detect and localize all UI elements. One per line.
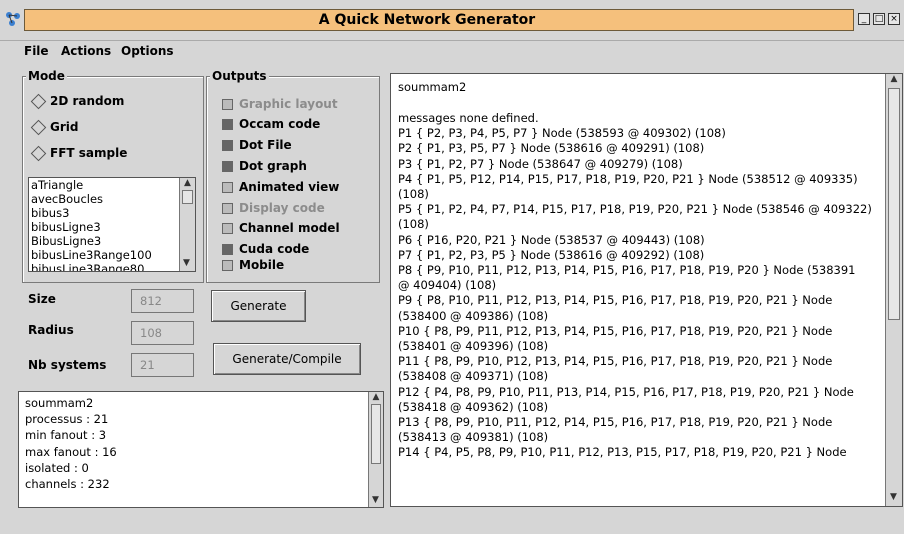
mode-radio-grid[interactable]: Grid	[30, 119, 78, 136]
radio-icon	[30, 145, 47, 162]
summary-line: isolated : 0	[25, 460, 89, 475]
output-line: P14 { P4, P5, P8, P9, P10, P11, P12, P13…	[398, 445, 847, 460]
mode-radio-2d-random[interactable]: 2D random	[30, 93, 124, 110]
window-title: A Quick Network Generator	[318, 12, 536, 28]
summary-line: max fanout : 16	[25, 444, 117, 459]
list-item[interactable]: avecBoucles	[29, 192, 195, 206]
radius-field[interactable]: 108	[131, 321, 194, 345]
output-line: P1 { P2, P3, P4, P5, P7 } Node (538593 @…	[398, 126, 726, 141]
check-channel-model[interactable]: Channel model	[222, 221, 340, 235]
mode-label: Mode	[26, 69, 67, 83]
output-line: P12 { P4, P8, P9, P10, P11, P13, P14, P1…	[398, 384, 854, 399]
check-occam-code[interactable]: Occam code	[222, 117, 320, 131]
list-item[interactable]: bibusLine3Range80	[29, 262, 195, 271]
list-item[interactable]: aTriangle	[29, 178, 195, 192]
output-line: (108)	[398, 187, 429, 202]
mode-radio-fft-sample[interactable]: FFT sample	[30, 145, 127, 162]
output-line: P5 { P1, P2, P4, P7, P14, P15, P17, P18,…	[398, 202, 872, 217]
output-textarea[interactable]: soummam2 messages none defined. P1 { P2,…	[390, 73, 903, 507]
check-dot-file[interactable]: Dot File	[222, 138, 292, 152]
scroll-up-icon[interactable]: ▲	[369, 392, 383, 402]
outputs-label: Outputs	[210, 69, 269, 83]
summary-line: soummam2	[25, 396, 94, 410]
menu-file[interactable]: File	[24, 44, 49, 58]
summary-line: min fanout : 3	[25, 428, 107, 443]
minimize-button[interactable]: _	[858, 13, 870, 25]
output-line: P11 { P8, P9, P10, P12, P13, P14, P15, P…	[398, 354, 833, 369]
check-display-code[interactable]: Display code	[222, 201, 325, 215]
check-mobile[interactable]: Mobile	[222, 258, 284, 272]
network-listbox[interactable]: aTriangle avecBoucles bibus3 bibusLigne3…	[28, 177, 196, 272]
output-scrollbar[interactable]: ▲ ▼	[885, 74, 902, 506]
scroll-thumb[interactable]	[182, 190, 193, 204]
scroll-down-icon[interactable]: ▼	[183, 258, 190, 268]
radio-icon	[30, 119, 47, 136]
output-line: (108)	[398, 217, 429, 232]
scroll-thumb[interactable]	[888, 88, 900, 320]
output-line: (538401 @ 409396) (108)	[398, 339, 549, 354]
output-line: (538400 @ 409386) (108)	[398, 308, 549, 323]
menu-bar: File Actions Options	[0, 40, 904, 62]
close-button[interactable]: ×	[888, 13, 900, 25]
scroll-thumb[interactable]	[371, 404, 381, 464]
nb-systems-label: Nb systems	[28, 358, 107, 372]
generate-button[interactable]: Generate	[211, 290, 306, 322]
name-input[interactable]: soummam2	[398, 80, 466, 95]
output-line: P7 { P1, P2, P3, P5 } Node (538616 @ 409…	[398, 247, 705, 262]
output-line: (538418 @ 409362) (108)	[398, 399, 549, 414]
summary-scrollbar[interactable]: ▲ ▼	[368, 392, 383, 507]
title-bar: A Quick Network Generator _ □ ×	[0, 0, 904, 40]
output-line: P9 { P8, P10, P11, P12, P13, P14, P15, P…	[398, 293, 833, 308]
output-line: P8 { P9, P10, P11, P12, P13, P14, P15, P…	[398, 263, 856, 278]
scroll-down-icon[interactable]: ▼	[372, 495, 379, 505]
output-line: messages none defined.	[398, 111, 539, 125]
generate-compile-button[interactable]: Generate/Compile	[213, 343, 361, 375]
radius-label: Radius	[28, 323, 74, 337]
output-line: (538413 @ 409381) (108)	[398, 430, 549, 445]
output-line: P13 { P8, P9, P10, P11, P12, P14, P15, P…	[398, 415, 833, 430]
list-item[interactable]: bibusLigne3	[29, 220, 195, 234]
output-line: @ 409404) (108)	[398, 278, 497, 293]
output-line: P4 { P1, P5, P12, P14, P15, P17, P18, P1…	[398, 171, 858, 186]
output-line: P3 { P1, P2, P7 } Node (538647 @ 409279)…	[398, 156, 683, 171]
output-line: P10 { P8, P9, P11, P12, P13, P14, P15, P…	[398, 323, 833, 338]
size-field[interactable]: 812	[131, 289, 194, 313]
radio-icon	[30, 93, 47, 110]
list-item[interactable]: bibus3	[29, 206, 195, 220]
size-label: Size	[28, 292, 56, 306]
listbox-scrollbar[interactable]: ▲ ▼	[179, 178, 195, 271]
summary-textarea[interactable]: soummam2 processus : 21 min fanout : 3 m…	[18, 391, 384, 508]
output-line: P6 { P16, P20, P21 } Node (538537 @ 4094…	[398, 232, 705, 247]
check-graphic-layout[interactable]: Graphic layout	[222, 97, 338, 111]
scroll-down-icon[interactable]: ▼	[890, 492, 897, 502]
check-cuda-code[interactable]: Cuda code	[222, 242, 309, 256]
nb-systems-field[interactable]: 21	[131, 353, 194, 377]
maximize-button[interactable]: □	[873, 13, 885, 25]
menu-options[interactable]: Options	[121, 44, 174, 58]
check-animated-view[interactable]: Animated view	[222, 180, 339, 194]
summary-line: channels : 232	[25, 477, 110, 492]
output-line: (538408 @ 409371) (108)	[398, 369, 549, 384]
scroll-up-icon[interactable]: ▲	[886, 74, 902, 84]
list-item[interactable]: BibusLigne3	[29, 234, 195, 248]
summary-line: processus : 21	[25, 412, 109, 427]
scroll-up-icon[interactable]: ▲	[180, 178, 195, 188]
menu-actions[interactable]: Actions	[61, 44, 111, 58]
output-line: P2 { P1, P3, P5, P7 } Node (538616 @ 409…	[398, 141, 705, 156]
list-item[interactable]: bibusLine3Range100	[29, 248, 195, 262]
check-dot-graph[interactable]: Dot graph	[222, 159, 307, 173]
